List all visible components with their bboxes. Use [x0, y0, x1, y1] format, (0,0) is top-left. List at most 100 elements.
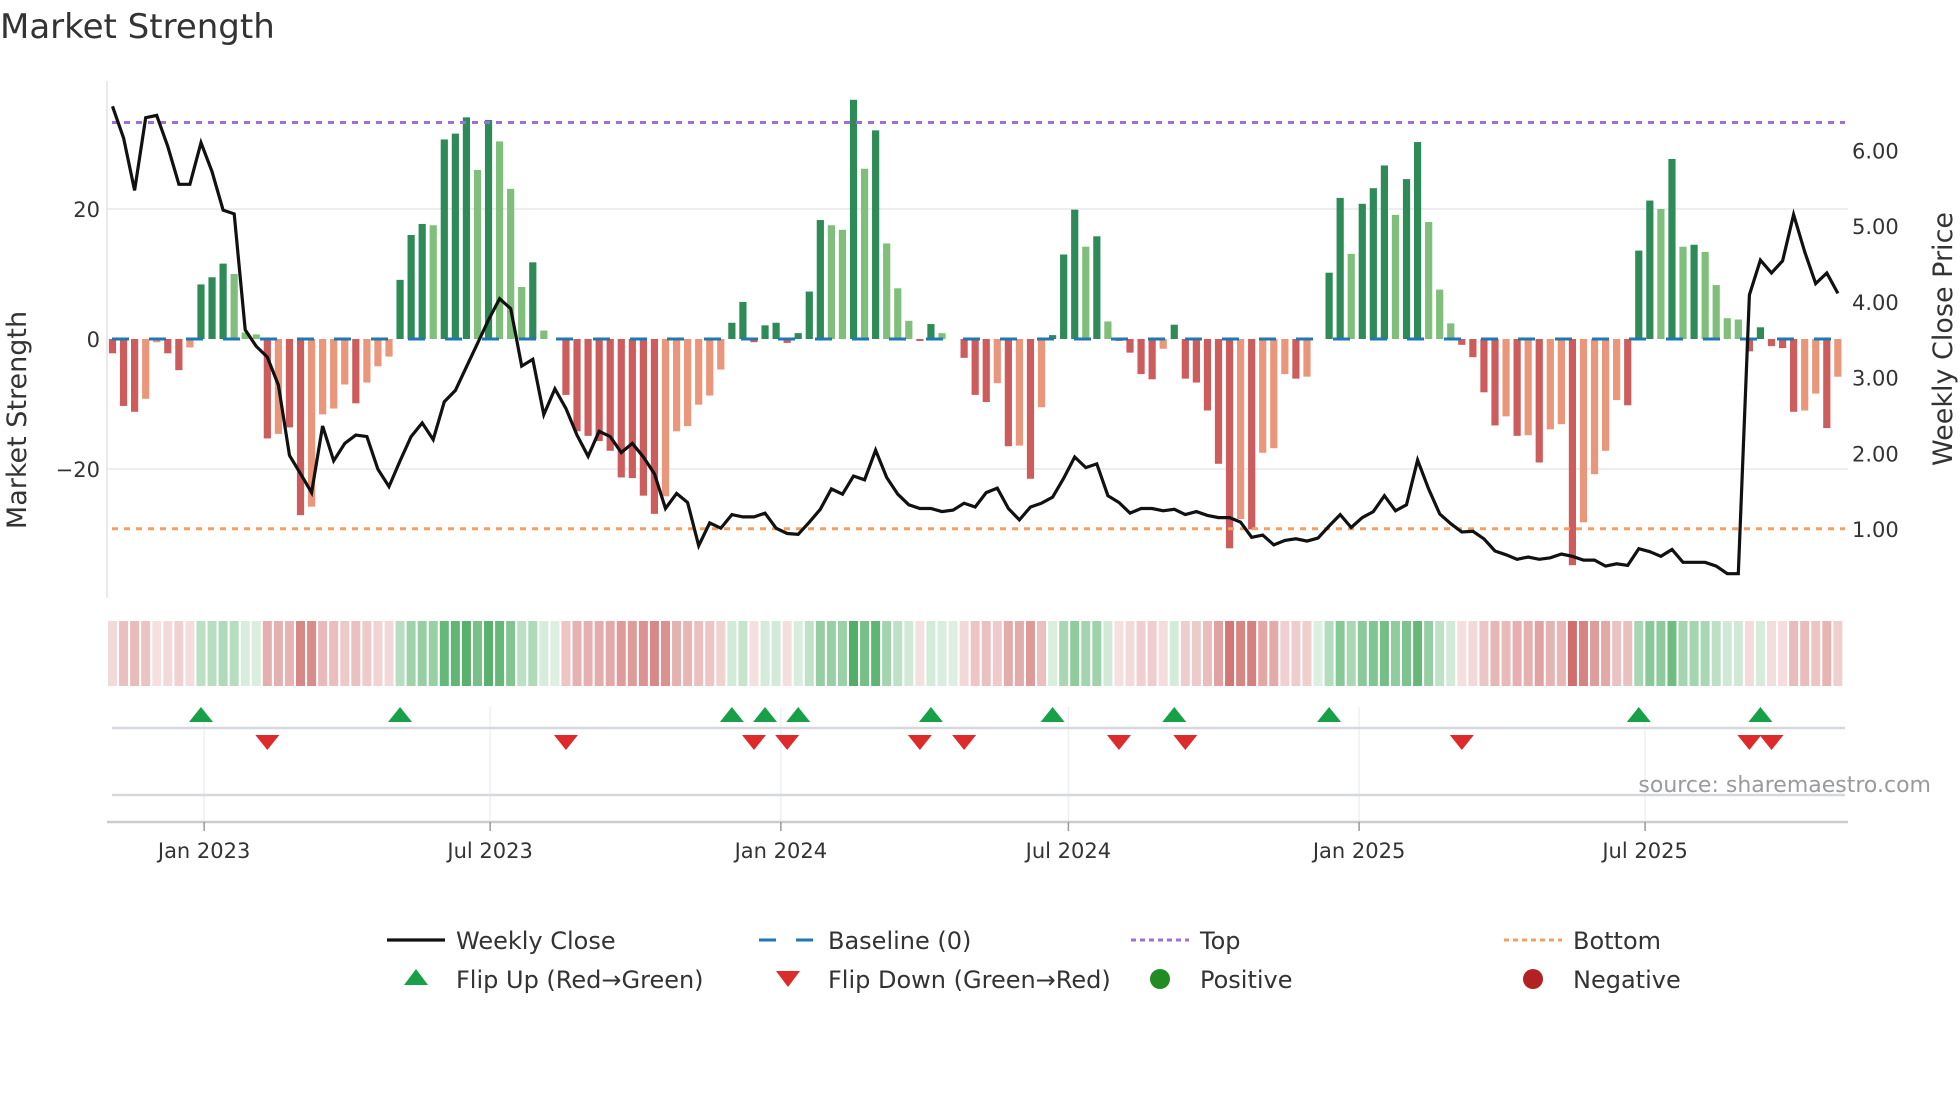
- strength-bar: [562, 339, 570, 395]
- strength-bar: [761, 325, 769, 339]
- left-tick-label: 0: [87, 328, 100, 352]
- strength-bar: [1082, 246, 1090, 339]
- strength-bar: [1281, 339, 1289, 375]
- legend-item-bottom: Bottom: [1504, 927, 1661, 955]
- heat-cell: [1711, 621, 1721, 686]
- heat-cell: [362, 621, 372, 686]
- heat-cell: [1634, 621, 1644, 686]
- strength-bar: [219, 263, 227, 339]
- heat-cell: [1357, 621, 1367, 686]
- strength-bar: [197, 284, 205, 339]
- heat-cell: [1335, 621, 1345, 686]
- heat-cell: [517, 621, 527, 686]
- heat-cell: [1025, 621, 1035, 686]
- flip-up-marker: [1748, 707, 1773, 722]
- heat-cell: [1114, 621, 1124, 686]
- heat-cell: [284, 621, 294, 686]
- heat-cell: [262, 621, 272, 686]
- flip-up-marker: [1317, 707, 1342, 722]
- heat-cell: [771, 621, 781, 686]
- market-strength-chart: Market Strength 20 0 −20 1.00 2.00 3.00 4.00 5…: [0, 7, 1959, 994]
- strength-bar: [108, 339, 117, 354]
- heat-cell: [1778, 621, 1788, 686]
- flip-markers-panel: [107, 707, 1848, 824]
- strength-bar: [1391, 214, 1400, 339]
- right-tick-label: 4.00: [1852, 291, 1899, 315]
- flip-down-marker: [1449, 735, 1474, 750]
- strength-bar: [1259, 339, 1267, 453]
- strength-bar: [1037, 339, 1046, 408]
- strength-bar: [971, 339, 979, 395]
- heat-cell: [450, 621, 460, 686]
- strength-bar: [1369, 188, 1377, 339]
- heat-cell: [992, 621, 1002, 686]
- strength-bar: [1015, 339, 1024, 446]
- heat-cell: [1534, 621, 1544, 686]
- heat-cell: [1302, 621, 1312, 686]
- heat-cell: [1269, 621, 1279, 686]
- heat-cell: [108, 621, 117, 686]
- heat-cell: [1136, 621, 1146, 686]
- left-tick-label: 20: [73, 198, 100, 222]
- heat-cell: [1147, 621, 1157, 686]
- heat-cell: [1490, 621, 1500, 686]
- heat-cell: [1390, 621, 1400, 686]
- y2-axis-label: Weekly Close Price: [1928, 212, 1959, 466]
- heat-cell: [661, 621, 670, 686]
- heat-cell: [1833, 621, 1843, 686]
- strength-heat-strip: [108, 621, 1843, 686]
- heat-cell: [1722, 621, 1732, 686]
- heat-cell: [871, 621, 881, 686]
- source-label: source: sharemaestro.com: [1638, 773, 1931, 798]
- heat-cell: [793, 621, 803, 686]
- strength-bar: [617, 339, 625, 478]
- strength-bar: [1590, 339, 1599, 475]
- heat-cell: [959, 621, 969, 686]
- strength-bar: [717, 339, 725, 370]
- heat-cell: [1346, 621, 1356, 686]
- heat-cell: [318, 621, 328, 686]
- strength-bar: [1568, 339, 1577, 566]
- flip-down-marker: [952, 735, 977, 750]
- heat-cell: [1689, 621, 1699, 686]
- heat-cell: [815, 621, 825, 686]
- strength-bar: [916, 339, 924, 341]
- strength-bar: [672, 339, 681, 432]
- x-tick-label: Jul 2023: [445, 839, 532, 863]
- flip-up-marker: [719, 707, 744, 722]
- strength-bar: [418, 223, 426, 339]
- strength-bar: [728, 322, 736, 339]
- strength-bar: [1060, 254, 1068, 339]
- strength-bar: [816, 220, 824, 339]
- strength-bar: [1756, 327, 1765, 339]
- legend-label: Flip Up (Red→Green): [456, 966, 704, 994]
- strength-bar: [363, 339, 371, 383]
- legend-item-top: Top: [1131, 927, 1241, 955]
- heat-cell: [1623, 621, 1633, 686]
- heat-cell: [1081, 621, 1091, 686]
- strength-bar: [1413, 142, 1422, 339]
- heat-cell: [229, 621, 239, 686]
- strength-bar: [1679, 246, 1687, 339]
- legend: Weekly Close Baseline (0) Top Bottom Flip Up…: [387, 927, 1681, 994]
- legend-label: Baseline (0): [828, 927, 971, 955]
- strength-bar: [1026, 339, 1035, 479]
- heat-cell: [1700, 621, 1710, 686]
- strength-bar: [1646, 200, 1654, 339]
- heat-cell: [273, 621, 283, 686]
- heat-cell: [1014, 621, 1024, 686]
- strength-bar: [573, 339, 581, 432]
- heat-cell: [915, 621, 925, 686]
- strength-bar: [1469, 339, 1477, 358]
- heat-cell: [1601, 621, 1611, 686]
- flip-up-marker: [918, 707, 943, 722]
- flip-up-marker: [1162, 707, 1187, 722]
- legend-item-weekly-close: Weekly Close: [387, 927, 616, 955]
- heat-cell: [1612, 621, 1622, 686]
- heat-cell: [1280, 621, 1290, 686]
- heat-cell: [572, 621, 582, 686]
- heat-cell: [1578, 621, 1588, 686]
- legend-label: Positive: [1200, 966, 1293, 994]
- strength-bar: [1502, 339, 1510, 417]
- heat-cell: [185, 621, 195, 686]
